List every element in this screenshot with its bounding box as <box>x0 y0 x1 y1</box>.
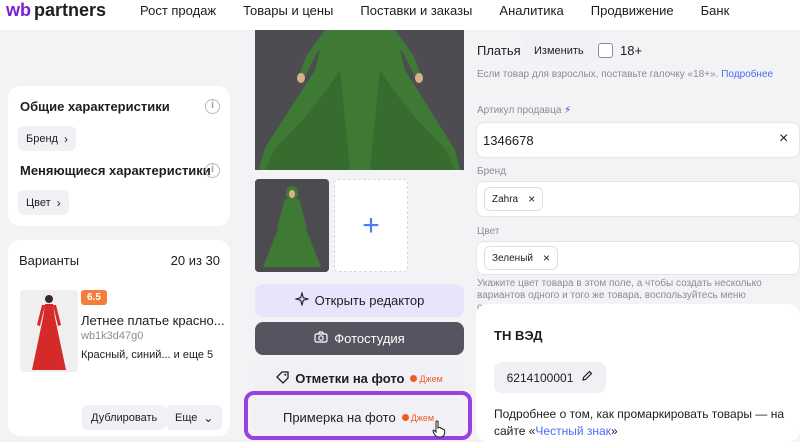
sparkle-icon: ⚡ <box>564 105 572 116</box>
main-product-photo[interactable] <box>255 30 464 170</box>
chevron-right-icon: › <box>56 195 61 210</box>
nav-item-supplies-orders[interactable]: Поставки и заказы <box>360 3 472 18</box>
chevron-right-icon: › <box>63 131 68 146</box>
info-icon[interactable]: i <box>205 99 220 114</box>
adult-hint-text: Если товар для взрослых, поставьте галоч… <box>477 69 719 80</box>
pencil-icon[interactable] <box>581 370 593 385</box>
category-name: Платья <box>477 43 521 58</box>
add-photo-button[interactable]: + <box>334 179 408 272</box>
photostudio-label: Фотостудия <box>334 331 405 346</box>
product-sku: wb1k3d47g0 <box>81 330 144 342</box>
product-colors-list: Красный, синий... <box>81 349 171 361</box>
brand-input[interactable]: Zahra × <box>476 181 800 217</box>
color-chip-label: Цвет <box>26 196 51 209</box>
product-colors-more[interactable]: и еще 5 <box>174 349 214 361</box>
clear-icon[interactable]: × <box>779 130 788 148</box>
main-nav: Рост продаж Товары и цены Поставки и зак… <box>140 3 756 18</box>
variants-count: 20 из 30 <box>170 253 220 268</box>
remove-icon[interactable]: × <box>528 192 535 206</box>
nav-item-bank[interactable]: Банк <box>701 3 730 18</box>
color-chip[interactable]: Цвет › <box>18 190 69 215</box>
change-category-label: Изменить <box>534 44 584 57</box>
product-name[interactable]: Летнее платье красно... <box>81 313 225 328</box>
nav-item-analytics[interactable]: Аналитика <box>499 3 563 18</box>
color-tag-label: Зеленый <box>492 252 533 264</box>
color-input[interactable]: Зеленый × <box>476 241 800 275</box>
sparkle-icon <box>293 290 310 309</box>
logo-wb-text: wb <box>6 0 31 20</box>
wb-partners-logo[interactable]: wb partners <box>6 0 106 21</box>
brand-label: Бренд <box>477 166 507 177</box>
adult-hint: Если товар для взрослых, поставьте галоч… <box>477 69 773 80</box>
product-colors: Красный, синий... и еще 5 <box>81 349 213 361</box>
more-button-label: Еще <box>175 411 198 424</box>
tnved-title: ТН ВЭД <box>494 328 543 343</box>
brand-tag-label: Zahra <box>492 193 519 205</box>
rating-badge: 6.5 <box>81 290 107 305</box>
photostudio-button[interactable]: Фотостудия <box>255 322 464 355</box>
remove-icon[interactable]: × <box>543 251 550 265</box>
open-editor-button[interactable]: Открыть редактор <box>255 284 464 317</box>
photo-thumbnail[interactable] <box>255 179 329 272</box>
tnved-code-chip[interactable]: 6214100001 <box>494 362 606 393</box>
general-characteristics-title: Общие характеристики <box>20 99 170 114</box>
logo-partners-text: partners <box>34 0 107 20</box>
honest-mark-link[interactable]: Честный знак <box>535 424 611 438</box>
tnved-info: Подробнее о том, как промаркировать това… <box>494 406 794 440</box>
top-header: wb partners Рост продаж Товары и цены По… <box>0 0 800 30</box>
brand-chip-label: Бренд <box>26 132 58 145</box>
article-label-text: Артикул продавца <box>477 105 562 116</box>
chevron-down-icon: ⌄ <box>203 410 214 425</box>
nav-item-promotion[interactable]: Продвижение <box>591 3 674 18</box>
plus-icon: + <box>362 208 380 242</box>
nav-item-goods-prices[interactable]: Товары и цены <box>243 3 333 18</box>
changing-characteristics-title: Меняющиеся характеристики <box>20 163 211 178</box>
variants-title: Варианты <box>19 253 80 268</box>
photo-marks-label: Отметки на фото <box>295 371 405 386</box>
color-tag[interactable]: Зеленый × <box>484 246 558 270</box>
brand-chip[interactable]: Бренд › <box>18 126 76 151</box>
open-editor-label: Открыть редактор <box>314 293 425 308</box>
tnved-card: ТН ВЭД 6214100001 Подробнее о том, как п… <box>476 304 800 442</box>
article-input[interactable]: 1346678 × <box>476 122 800 158</box>
characteristics-card: Общие характеристики i Бренд › Меняющиес… <box>8 86 230 226</box>
brand-tag[interactable]: Zahra × <box>484 187 544 211</box>
duplicate-label: Дублировать <box>91 411 158 424</box>
adult-hint-link[interactable]: Подробнее <box>721 69 773 80</box>
article-label: Артикул продавца ⚡ <box>477 105 571 116</box>
variants-card: Варианты 20 из 30 6.5 Летнее платье крас… <box>8 240 230 436</box>
product-thumbnail[interactable] <box>20 290 78 372</box>
camera-icon <box>314 331 328 346</box>
adult-label: 18+ <box>620 43 643 58</box>
hand-cursor-icon <box>432 420 446 442</box>
adult-checkbox[interactable] <box>598 43 613 58</box>
color-label: Цвет <box>477 226 500 237</box>
more-button[interactable]: Еще ⌄ <box>166 405 223 430</box>
tnved-info-end: » <box>610 424 618 438</box>
info-icon[interactable]: i <box>205 163 220 178</box>
duplicate-button[interactable]: Дублировать <box>82 405 167 430</box>
jam-tag-label: Джем <box>419 373 443 384</box>
tnved-code: 6214100001 <box>506 370 574 385</box>
tag-icon <box>276 370 289 387</box>
jam-dot-icon <box>410 375 418 382</box>
change-category-button[interactable]: Изменить <box>522 38 596 63</box>
article-value: 1346678 <box>483 133 534 148</box>
nav-item-sales-growth[interactable]: Рост продаж <box>140 3 216 18</box>
jam-tag: Джем <box>410 373 443 384</box>
